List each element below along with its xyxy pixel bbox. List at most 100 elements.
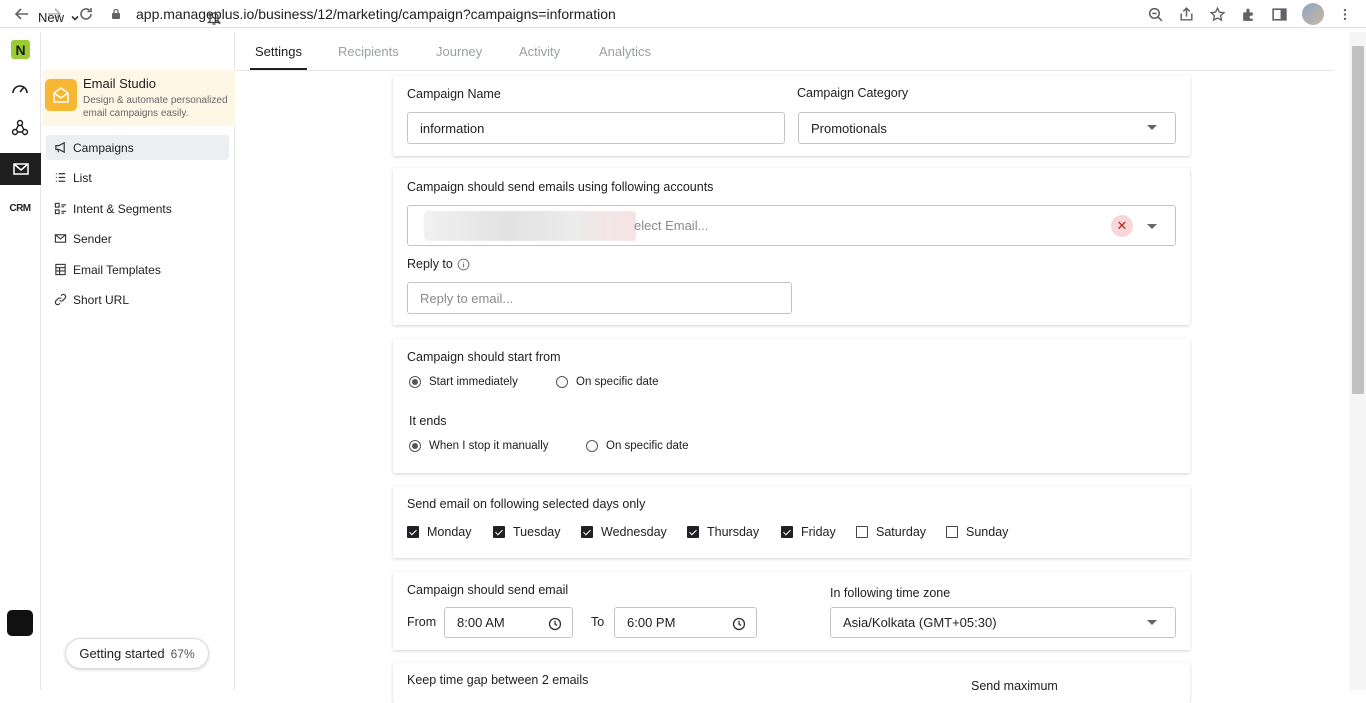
new-dropdown[interactable]: New bbox=[38, 10, 80, 25]
extensions-icon[interactable] bbox=[1240, 6, 1257, 23]
clear-icon[interactable]: ✕ bbox=[1111, 215, 1133, 237]
user-avatar[interactable] bbox=[7, 610, 33, 636]
tab-analytics[interactable]: Analytics bbox=[599, 44, 651, 59]
radio-label: Start immediately bbox=[429, 376, 518, 388]
getting-started-label: Getting started bbox=[79, 646, 165, 661]
sidebar-item-label: Intent & Segments bbox=[73, 201, 172, 216]
day-label: Thursday bbox=[707, 525, 760, 539]
day-label: Saturday bbox=[876, 525, 927, 539]
from-time-input[interactable]: 8:00 AM bbox=[444, 607, 573, 638]
radio-selected-icon bbox=[409, 376, 421, 388]
profile-avatar[interactable] bbox=[1302, 3, 1324, 25]
template-icon bbox=[53, 263, 67, 277]
end-specific-date-radio[interactable]: On specific date bbox=[586, 440, 688, 452]
sidebar-item-label: Short URL bbox=[73, 292, 130, 307]
info-icon[interactable] bbox=[457, 258, 470, 271]
sidebar-item-intent-segments[interactable]: Intent & Segments bbox=[46, 196, 229, 221]
checkbox-checked-icon bbox=[581, 526, 593, 538]
send-maximum-label: Send maximum bbox=[971, 679, 1058, 693]
checkbox-empty-icon bbox=[946, 526, 958, 538]
day-checkbox-saturday[interactable]: Saturday bbox=[856, 525, 926, 539]
accounts-label: Campaign should send emails using follow… bbox=[407, 180, 714, 194]
sidebar-item-label: Email Templates bbox=[73, 262, 161, 277]
day-checkbox-friday[interactable]: Friday bbox=[781, 525, 836, 539]
reply-to-input[interactable]: Reply to email... bbox=[407, 282, 792, 314]
sidebar-item-campaigns[interactable]: Campaigns bbox=[46, 135, 229, 160]
timezone-value: Asia/Kolkata (GMT+05:30) bbox=[843, 615, 997, 630]
app-logo[interactable]: N bbox=[11, 40, 30, 59]
list-icon bbox=[53, 171, 67, 185]
to-label: To bbox=[591, 615, 605, 629]
days-label: Send email on following selected days on… bbox=[407, 497, 646, 511]
campaign-tabs: Settings Recipients Journey Activity Ana… bbox=[236, 32, 1334, 71]
day-checkbox-sunday[interactable]: Sunday bbox=[946, 525, 1008, 539]
tab-settings[interactable]: Settings bbox=[255, 44, 302, 59]
start-label: Campaign should start from bbox=[407, 350, 561, 364]
timezone-label: In following time zone bbox=[830, 586, 951, 600]
studio-title: Email Studio bbox=[83, 76, 156, 91]
time-window-card: Campaign should send email From 8:00 AM … bbox=[393, 572, 1190, 650]
mail-icon bbox=[53, 232, 67, 246]
campaign-basics-card: Campaign Name information Campaign Categ… bbox=[393, 76, 1190, 156]
day-checkbox-tuesday[interactable]: Tuesday bbox=[493, 525, 560, 539]
scrollbar-thumb[interactable] bbox=[1352, 46, 1364, 394]
to-time-input[interactable]: 6:00 PM bbox=[614, 607, 757, 638]
tab-recipients[interactable]: Recipients bbox=[338, 44, 399, 59]
address-bar[interactable]: app.manageplus.io/business/12/marketing/… bbox=[110, 0, 616, 28]
timezone-select[interactable]: Asia/Kolkata (GMT+05:30) bbox=[830, 607, 1176, 638]
sidebar-item-list[interactable]: List bbox=[46, 165, 229, 190]
end-manually-radio[interactable]: When I stop it manually bbox=[409, 440, 549, 452]
campaign-name-label: Campaign Name bbox=[407, 87, 501, 101]
day-label: Sunday bbox=[966, 525, 1009, 539]
clock-icon[interactable] bbox=[548, 617, 562, 631]
tab-journey[interactable]: Journey bbox=[436, 44, 482, 59]
chevron-down-icon bbox=[71, 15, 79, 21]
campaign-category-select[interactable]: Promotionals bbox=[798, 112, 1176, 144]
day-checkbox-wednesday[interactable]: Wednesday bbox=[581, 525, 667, 539]
new-label: New bbox=[38, 10, 65, 25]
day-label: Friday bbox=[801, 525, 836, 539]
day-checkbox-monday[interactable]: Monday bbox=[407, 525, 471, 539]
lock-icon bbox=[112, 8, 120, 19]
studio-description: Design & automate personalized email cam… bbox=[83, 95, 228, 119]
day-checkbox-thursday[interactable]: Thursday bbox=[687, 525, 759, 539]
clock-icon[interactable] bbox=[732, 617, 746, 631]
dashboard-icon[interactable] bbox=[9, 78, 31, 100]
accounts-card: Campaign should send emails using follow… bbox=[393, 168, 1190, 325]
icon-rail: N CRM bbox=[0, 32, 41, 690]
start-immediately-radio[interactable]: Start immediately bbox=[409, 376, 518, 388]
email-studio-sidebar: Email Studio Design & automate personali… bbox=[41, 32, 235, 690]
campaign-category-value: Promotionals bbox=[811, 120, 887, 136]
campaign-name-input[interactable]: information bbox=[407, 112, 785, 144]
studio-header: Email Studio Design & automate personali… bbox=[43, 70, 235, 126]
segments-icon bbox=[53, 202, 67, 216]
bell-icon[interactable] bbox=[206, 10, 222, 26]
sidepanel-icon[interactable] bbox=[1271, 6, 1288, 23]
zoom-icon[interactable] bbox=[1147, 6, 1164, 23]
tab-activity[interactable]: Activity bbox=[519, 44, 560, 59]
time-gap-label: Keep time gap between 2 emails bbox=[407, 673, 589, 687]
selected-account-chip[interactable] bbox=[424, 211, 636, 241]
menu-dots-icon[interactable] bbox=[1338, 6, 1352, 23]
dropdown-caret-icon bbox=[1147, 125, 1157, 130]
start-specific-date-radio[interactable]: On specific date bbox=[556, 376, 658, 388]
sidebar-item-short-url[interactable]: Short URL bbox=[46, 287, 229, 312]
getting-started-percent: 67% bbox=[170, 646, 195, 661]
getting-started-button[interactable]: Getting started 67% bbox=[65, 638, 209, 669]
sidebar-item-label: Campaigns bbox=[73, 140, 134, 155]
star-icon[interactable] bbox=[1209, 6, 1226, 23]
send-label: Campaign should send email bbox=[407, 583, 569, 597]
active-tab-indicator bbox=[250, 68, 307, 70]
network-icon[interactable] bbox=[9, 117, 31, 139]
radio-label: When I stop it manually bbox=[429, 440, 549, 452]
email-studio-icon[interactable] bbox=[0, 153, 41, 185]
accounts-placeholder: elect Email... bbox=[634, 218, 709, 233]
sidebar-item-sender[interactable]: Sender bbox=[46, 226, 229, 251]
dropdown-caret-icon bbox=[1147, 620, 1157, 625]
checkbox-checked-icon bbox=[493, 526, 505, 538]
share-icon[interactable] bbox=[1178, 6, 1195, 23]
sender-email-select[interactable]: elect Email... ✕ bbox=[407, 205, 1176, 246]
sidebar-item-email-templates[interactable]: Email Templates bbox=[46, 257, 229, 282]
back-icon[interactable] bbox=[8, 0, 36, 28]
crm-icon[interactable]: CRM bbox=[9, 197, 31, 219]
